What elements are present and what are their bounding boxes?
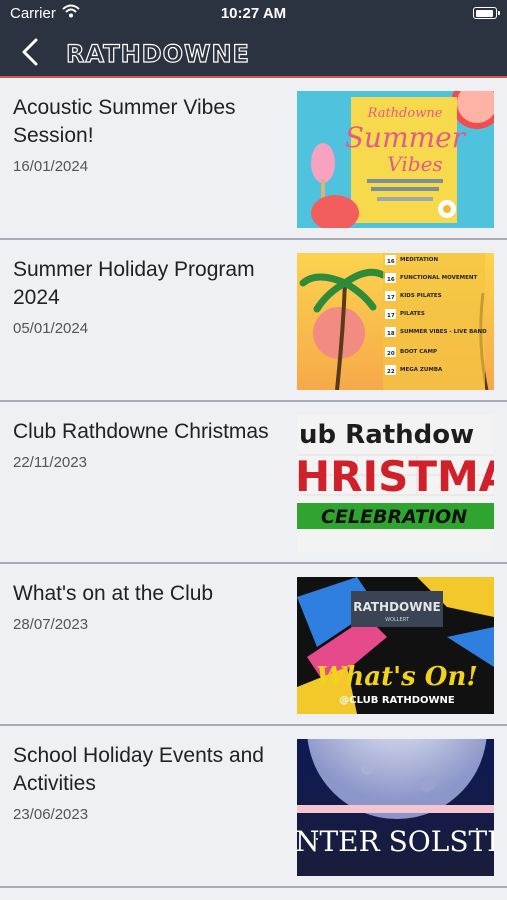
item-date: 16/01/2024 bbox=[13, 158, 89, 175]
thumb-day: 17 bbox=[387, 313, 395, 319]
thumb-day: 20 bbox=[387, 351, 395, 357]
item-title: School Holiday Events and Activities bbox=[13, 744, 264, 795]
item-thumbnail: RATHDOWNE WOLLERT What's On! @CLUB RATHD… bbox=[297, 577, 494, 714]
thumb-day: 16 bbox=[387, 259, 395, 265]
thumb-text: CELEBRATION bbox=[321, 506, 467, 528]
news-list: Acoustic Summer Vibes Session! 16/01/202… bbox=[0, 78, 507, 888]
item-title: What's on at the Club bbox=[13, 582, 214, 605]
thumb-text: ub Rathdow bbox=[299, 420, 474, 450]
status-time: 10:27 AM bbox=[220, 5, 287, 22]
status-bar: Carrier 10:27 AM bbox=[0, 0, 507, 28]
thumb-text: @CLUB RATHDOWNE bbox=[339, 695, 455, 706]
list-item[interactable]: What's on at the Club 28/07/2023 RATHDOW… bbox=[0, 564, 507, 726]
item-thumbnail: Rathdowne Summer Vibes bbox=[297, 91, 494, 228]
thumb-row: PILATES bbox=[400, 311, 425, 317]
item-date: 22/11/2023 bbox=[13, 454, 87, 471]
battery-icon bbox=[473, 7, 500, 19]
thumb-row: SUMMER VIBES - LIVE BAND bbox=[400, 329, 487, 335]
thumb-day: 16 bbox=[387, 277, 395, 283]
page-title: RATHDOWNE bbox=[65, 39, 250, 68]
item-thumbnail: 16 MEDITATION 16 FUNCTIONAL MOVEMENT 17 … bbox=[297, 253, 494, 390]
thumb-text: Vibes bbox=[387, 152, 442, 176]
thumb-row: MEDITATION bbox=[400, 257, 438, 263]
list-item[interactable]: Club Rathdowne Christmas 22/11/2023 ub R… bbox=[0, 402, 507, 564]
list-item[interactable]: Summer Holiday Program 2024 05/01/2024 1… bbox=[0, 240, 507, 402]
item-title: Acoustic Summer Vibes Session! bbox=[13, 96, 236, 147]
thumb-row: BOOT CAMP bbox=[400, 349, 437, 355]
back-arrow-icon[interactable] bbox=[16, 36, 46, 68]
item-thumbnail: ub Rathdow HRISTMA CELEBRATION bbox=[297, 415, 494, 552]
thumb-row: KIDS PILATES bbox=[400, 293, 442, 299]
thumb-row: MEGA ZUMBA bbox=[400, 367, 443, 373]
thumb-row: FUNCTIONAL MOVEMENT bbox=[400, 275, 477, 281]
thumb-day: 22 bbox=[387, 369, 395, 375]
thumb-text: What's On! bbox=[316, 662, 478, 692]
nav-bar: RATHDOWNE bbox=[0, 28, 507, 78]
thumb-day: 17 bbox=[387, 295, 395, 301]
thumb-text: RATHDOWNE bbox=[353, 600, 440, 614]
item-date: 28/07/2023 bbox=[13, 616, 89, 633]
thumb-day: 18 bbox=[387, 331, 395, 337]
item-date: 05/01/2024 bbox=[13, 320, 89, 337]
thumb-text: HRISTMA bbox=[297, 452, 494, 501]
thumb-text: WOLLERT bbox=[385, 617, 410, 623]
thumb-text: Summer bbox=[345, 121, 467, 154]
list-item-partial[interactable] bbox=[0, 805, 507, 900]
list-item[interactable]: Acoustic Summer Vibes Session! 16/01/202… bbox=[0, 78, 507, 240]
item-title: Summer Holiday Program 2024 bbox=[13, 258, 255, 309]
item-title: Club Rathdowne Christmas bbox=[13, 420, 269, 443]
thumb-text: Rathdowne bbox=[367, 106, 443, 121]
